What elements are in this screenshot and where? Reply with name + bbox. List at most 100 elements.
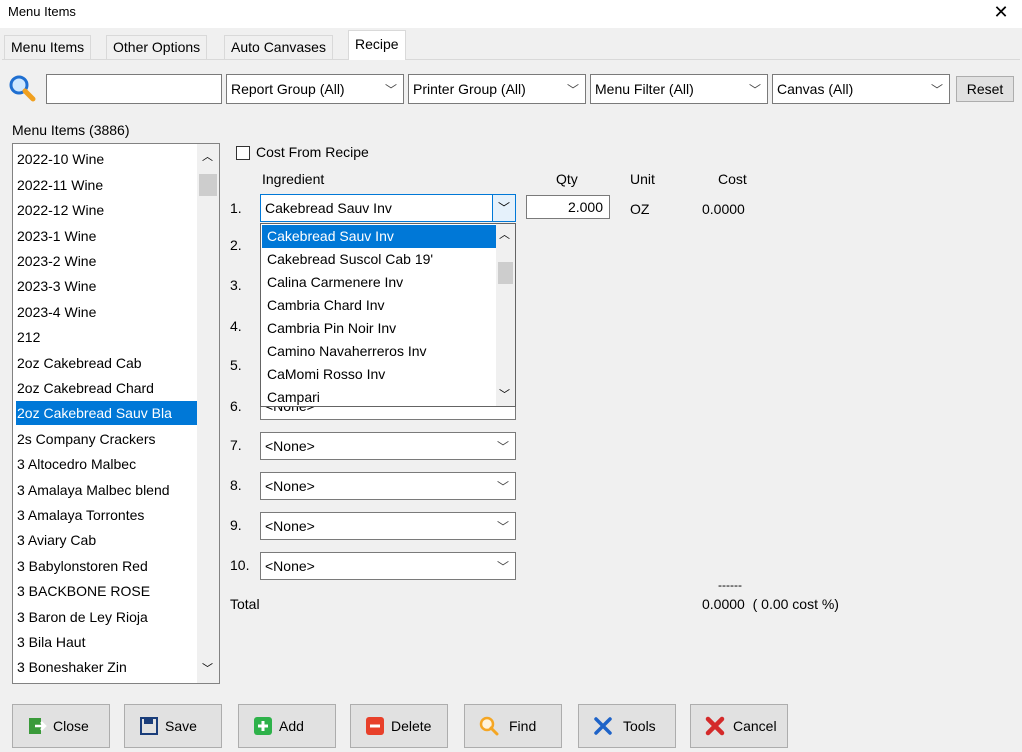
dropdown-option[interactable]: Cakebread Suscol Cab 19' bbox=[267, 248, 433, 271]
search-input[interactable] bbox=[46, 74, 222, 104]
list-item[interactable]: 2022-11 Wine bbox=[17, 173, 103, 197]
save-button[interactable]: Save bbox=[124, 704, 222, 748]
printer-group-value: Printer Group (All) bbox=[413, 81, 526, 97]
dropdown-option-selected[interactable]: Cakebread Sauv Inv bbox=[262, 225, 499, 248]
printer-group-select[interactable]: Printer Group (All) ﹀ bbox=[408, 74, 586, 104]
menu-items-list[interactable]: 2022-10 Wine 2022-11 Wine 2022-12 Wine 2… bbox=[12, 143, 220, 684]
tab-recipe[interactable]: Recipe bbox=[348, 30, 406, 60]
window-title: Menu Items bbox=[8, 4, 76, 19]
list-item[interactable]: 3 Baron de Ley Rioja bbox=[17, 605, 148, 629]
cancel-button[interactable]: Cancel bbox=[690, 704, 788, 748]
reset-button[interactable]: Reset bbox=[956, 76, 1014, 102]
row-number: 7. bbox=[230, 437, 242, 453]
list-item[interactable]: 2023-3 Wine bbox=[17, 274, 96, 298]
ingredient-select-7[interactable]: <None> ﹀ bbox=[260, 432, 516, 460]
ingredient-select-8[interactable]: <None> ﹀ bbox=[260, 472, 516, 500]
save-label: Save bbox=[165, 718, 197, 734]
list-item[interactable]: 3 Boneshaker Zin bbox=[17, 655, 127, 679]
dropdown-option[interactable]: Campari bbox=[267, 386, 320, 406]
list-item[interactable]: 3 BACKBONE ROSE bbox=[17, 579, 150, 603]
chevron-down-icon: ﹀ bbox=[496, 480, 509, 494]
menu-list-scrollbar[interactable]: ︿ ﹀ bbox=[197, 144, 219, 683]
total-label: Total bbox=[230, 596, 260, 612]
row-number: 3. bbox=[230, 277, 242, 293]
menu-filter-value: Menu Filter (All) bbox=[595, 81, 694, 97]
close-button[interactable]: Close bbox=[12, 704, 110, 748]
cost-from-recipe-checkbox[interactable] bbox=[236, 146, 250, 160]
dropdown-scrollbar[interactable]: ︿ ﹀ bbox=[496, 224, 515, 406]
list-item[interactable]: 3 Bila Haut bbox=[17, 630, 85, 654]
unit-header: Unit bbox=[630, 171, 655, 187]
dropdown-option[interactable]: CaMomi Rosso Inv bbox=[267, 363, 385, 386]
chevron-down-icon: ﹀ bbox=[930, 83, 943, 97]
scroll-down-icon[interactable]: ﹀ bbox=[499, 386, 510, 402]
scrollbar-thumb[interactable] bbox=[498, 262, 513, 284]
chevron-down-icon: ﹀ bbox=[496, 440, 509, 454]
dropdown-option[interactable]: Cambria Pin Noir Inv bbox=[267, 317, 396, 340]
list-item[interactable]: 3 Altocedro Malbec bbox=[17, 452, 136, 476]
list-item[interactable]: 2023-2 Wine bbox=[17, 249, 96, 273]
scroll-down-icon[interactable]: ﹀ bbox=[202, 660, 213, 676]
ingredient-dropdown-list[interactable]: Cakebread Sauv Inv Cakebread Suscol Cab … bbox=[260, 223, 516, 407]
row-number: 9. bbox=[230, 517, 242, 533]
total-value: 0.0000 ( 0.00 cost %) bbox=[702, 596, 839, 612]
add-button[interactable]: Add bbox=[238, 704, 336, 748]
cost-value-1: 0.0000 bbox=[702, 201, 745, 217]
list-item[interactable]: 212 bbox=[17, 325, 40, 349]
search-icon[interactable] bbox=[8, 74, 36, 102]
list-item[interactable]: 3 Aviary Cab bbox=[17, 528, 96, 552]
chevron-down-icon: ﹀ bbox=[384, 83, 397, 97]
ingredient-header: Ingredient bbox=[262, 171, 325, 187]
dropdown-option[interactable]: Calina Carmenere Inv bbox=[267, 271, 403, 294]
chevron-down-icon: ﹀ bbox=[496, 560, 509, 574]
scrollbar-thumb[interactable] bbox=[199, 174, 217, 196]
ingredient-value-7: <None> bbox=[265, 438, 315, 454]
close-label: Close bbox=[53, 718, 89, 734]
list-item[interactable]: 2022-12 Wine bbox=[17, 198, 104, 222]
menu-filter-select[interactable]: Menu Filter (All) ﹀ bbox=[590, 74, 768, 104]
row-number: 8. bbox=[230, 477, 242, 493]
ingredient-value-10: <None> bbox=[265, 558, 315, 574]
list-item[interactable]: 2022-10 Wine bbox=[17, 147, 104, 171]
close-window-icon[interactable]: ✕ bbox=[988, 1, 1014, 25]
list-item[interactable]: 2oz Cakebread Chard bbox=[17, 376, 154, 400]
qty-header: Qty bbox=[556, 171, 578, 187]
ingredient-select-1[interactable]: Cakebread Sauv Inv ﹀ bbox=[260, 194, 516, 222]
chevron-down-icon: ﹀ bbox=[748, 83, 761, 97]
find-button[interactable]: Find bbox=[464, 704, 562, 748]
ingredient-select-9[interactable]: <None> ﹀ bbox=[260, 512, 516, 540]
total-separator: ------ bbox=[718, 578, 742, 592]
tools-button[interactable]: Tools bbox=[578, 704, 676, 748]
row-number: 2. bbox=[230, 237, 242, 253]
list-item[interactable]: 2023-1 Wine bbox=[17, 224, 96, 248]
scroll-up-icon[interactable]: ︿ bbox=[499, 226, 510, 242]
ingredient-value-8: <None> bbox=[265, 478, 315, 494]
row-number: 10. bbox=[230, 557, 250, 573]
list-item[interactable]: 3 Babylonstoren Red bbox=[17, 554, 148, 578]
qty-input-1[interactable]: 2.000 bbox=[526, 195, 610, 219]
tab-menu-items[interactable]: Menu Items bbox=[4, 35, 92, 59]
tools-icon bbox=[594, 717, 612, 735]
list-item[interactable]: 3 Amalaya Torrontes bbox=[17, 503, 144, 527]
tab-other-options[interactable]: Other Options bbox=[106, 35, 208, 59]
list-item[interactable]: 2023-4 Wine bbox=[17, 300, 96, 324]
list-item-selected[interactable]: 2oz Cakebread Sauv Bla bbox=[16, 401, 200, 425]
close-door-icon bbox=[29, 718, 47, 734]
scroll-up-icon[interactable]: ︿ bbox=[202, 148, 213, 164]
report-group-select[interactable]: Report Group (All) ﹀ bbox=[226, 74, 404, 104]
row-number: 6. bbox=[230, 398, 242, 414]
canvas-select[interactable]: Canvas (All) ﹀ bbox=[772, 74, 950, 104]
chevron-down-icon[interactable]: ﹀ bbox=[492, 195, 515, 221]
x-cancel-icon bbox=[705, 716, 725, 736]
cost-from-recipe-label: Cost From Recipe bbox=[256, 144, 369, 160]
dropdown-option[interactable]: Camino Navaherreros Inv bbox=[267, 340, 427, 363]
delete-button[interactable]: Delete bbox=[350, 704, 448, 748]
dropdown-option[interactable]: Cambria Chard Inv bbox=[267, 294, 385, 317]
ingredient-select-10[interactable]: <None> ﹀ bbox=[260, 552, 516, 580]
delete-label: Delete bbox=[391, 718, 432, 734]
list-item[interactable]: 2oz Cakebread Cab bbox=[17, 351, 142, 375]
tab-auto-canvases[interactable]: Auto Canvases bbox=[224, 35, 333, 59]
list-item[interactable]: 3 Amalaya Malbec blend bbox=[17, 478, 170, 502]
cancel-label: Cancel bbox=[733, 718, 777, 734]
list-item[interactable]: 2s Company Crackers bbox=[17, 427, 156, 451]
